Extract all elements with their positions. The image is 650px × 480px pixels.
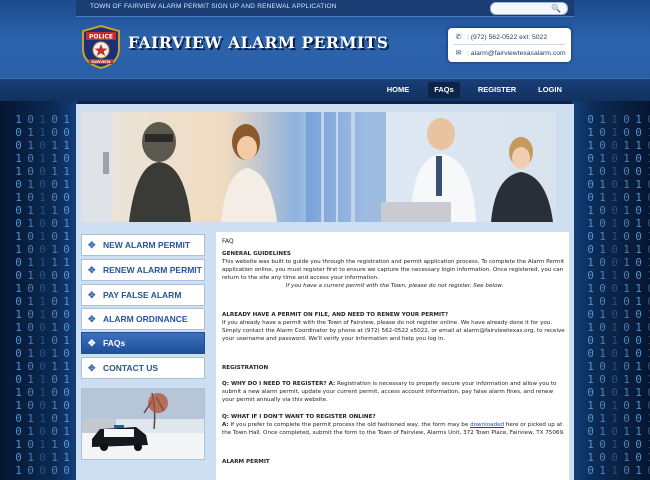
permit-text: If you already have a permit with the To… bbox=[222, 320, 565, 343]
sidebar-alarm-ordinance[interactable]: ✥ ALARM ORDINANCE bbox=[81, 308, 205, 330]
move-arrows-icon: ✥ bbox=[88, 314, 96, 324]
site-title: FAIRVIEW ALARM PERMITS bbox=[128, 33, 389, 52]
main-nav: HOME FAQs REGISTER LOGIN bbox=[0, 78, 650, 101]
alarm-permit-heading: ALARM PERMIT bbox=[222, 459, 270, 465]
sidebar-item-label: PAY FALSE ALARM bbox=[103, 290, 182, 300]
contact-box: ✆ : (972) 562-0522 ext: 5022 ✉ : alarm@f… bbox=[448, 28, 571, 62]
email-address[interactable]: : alarm@fairviewtexasalarm.com bbox=[467, 50, 566, 57]
main-panel: ✥ NEW ALARM PERMIT ✥ RENEW ALARM PERMIT … bbox=[76, 104, 574, 480]
phone-icon: ✆ bbox=[455, 34, 462, 41]
move-arrows-icon: ✥ bbox=[88, 265, 96, 275]
banner-image bbox=[81, 112, 556, 222]
logo-police-text: POLICE bbox=[89, 34, 113, 41]
sidebar-item-label: ALARM ORDINANCE bbox=[103, 314, 188, 324]
contact-divider bbox=[454, 44, 565, 45]
general-heading: GENERAL GUIDELINES bbox=[222, 251, 291, 257]
faq-q2-answer-prefix: A: bbox=[222, 422, 229, 428]
permit-heading: ALREADY HAVE A PERMIT ON FILE, AND NEED … bbox=[222, 312, 449, 318]
sidebar-item-label: FAQs bbox=[103, 338, 126, 348]
general-note: If you have a current permit with the To… bbox=[285, 283, 504, 289]
faq-q1-question: Q: WHY DO I NEED TO REGISTER? A: bbox=[222, 381, 336, 387]
faq-q1: Q: WHY DO I NEED TO REGISTER? A: Registr… bbox=[222, 380, 567, 405]
faq-title: FAQ bbox=[222, 238, 234, 245]
logo-fairview-text: FAIRVIEW bbox=[91, 60, 111, 64]
nav-login[interactable]: LOGIN bbox=[533, 82, 567, 98]
move-arrows-icon: ✥ bbox=[88, 338, 96, 348]
binary-background-right: 0 1 1 0 1 0 0 1 1 0 0 1 0 1 1 0 1 0 0 1 … bbox=[572, 100, 650, 480]
faq-content: FAQ GENERAL GUIDELINES This website was … bbox=[216, 232, 569, 480]
sidebar-contact-us[interactable]: ✥ CONTACT US bbox=[81, 357, 205, 379]
email-row[interactable]: ✉ : alarm@fairviewtexasalarm.com bbox=[454, 49, 566, 58]
sidebar-faqs[interactable]: ✥ FAQs bbox=[81, 332, 205, 354]
faq-q2-question: Q: WHAT IF I DON'T WANT TO REGISTER ONLI… bbox=[222, 414, 376, 420]
search-input[interactable]: 🔍 bbox=[490, 2, 568, 15]
general-text: This website was built to guide you thro… bbox=[222, 259, 565, 282]
binary-background-left: 1 0 0 1 1 0 1 0 0 1 1 0 0 1 0 1 1 0 0 1 … bbox=[0, 100, 78, 480]
search-icon[interactable]: 🔍 bbox=[551, 4, 561, 13]
police-car-photo bbox=[81, 388, 205, 460]
move-arrows-icon: ✥ bbox=[88, 290, 96, 300]
sidebar-item-label: NEW ALARM PERMIT bbox=[103, 240, 191, 250]
email-icon: ✉ bbox=[455, 50, 462, 57]
site-header: TOWN OF FAIRVIEW ALARM PERMIT SIGN UP AN… bbox=[0, 0, 650, 101]
nav-faqs[interactable]: FAQs bbox=[428, 82, 460, 98]
top-bar: TOWN OF FAIRVIEW ALARM PERMIT SIGN UP AN… bbox=[76, 0, 574, 17]
phone-number: : (972) 562-0522 ext: 5022 bbox=[467, 33, 548, 41]
nav-home[interactable]: HOME bbox=[380, 82, 416, 98]
nav-register[interactable]: REGISTER bbox=[472, 82, 522, 98]
faq-q2-answer-before: If you prefer to complete the permit pro… bbox=[228, 422, 471, 428]
header-tagline: TOWN OF FAIRVIEW ALARM PERMIT SIGN UP AN… bbox=[90, 3, 337, 10]
sidebar-pay-false-alarm[interactable]: ✥ PAY FALSE ALARM bbox=[81, 284, 205, 306]
move-arrows-icon: ✥ bbox=[88, 363, 96, 373]
faq-q2-answer: A: If you prefer to complete the permit … bbox=[222, 421, 567, 437]
sidebar-new-alarm-permit[interactable]: ✥ NEW ALARM PERMIT bbox=[81, 234, 205, 256]
police-badge-logo[interactable]: POLICE FAIRVIEW bbox=[80, 25, 122, 69]
registration-heading: REGISTRATION bbox=[222, 365, 269, 371]
sidebar-item-label: CONTACT US bbox=[103, 363, 159, 373]
download-link[interactable]: downloaded bbox=[470, 422, 504, 428]
phone-row: ✆ : (972) 562-0522 ext: 5022 bbox=[454, 33, 548, 42]
sidebar-renew-alarm-permit[interactable]: ✥ RENEW ALARM PERMIT bbox=[81, 259, 205, 281]
sidebar-item-label: RENEW ALARM PERMIT bbox=[103, 265, 202, 275]
move-arrows-icon: ✥ bbox=[88, 240, 96, 250]
